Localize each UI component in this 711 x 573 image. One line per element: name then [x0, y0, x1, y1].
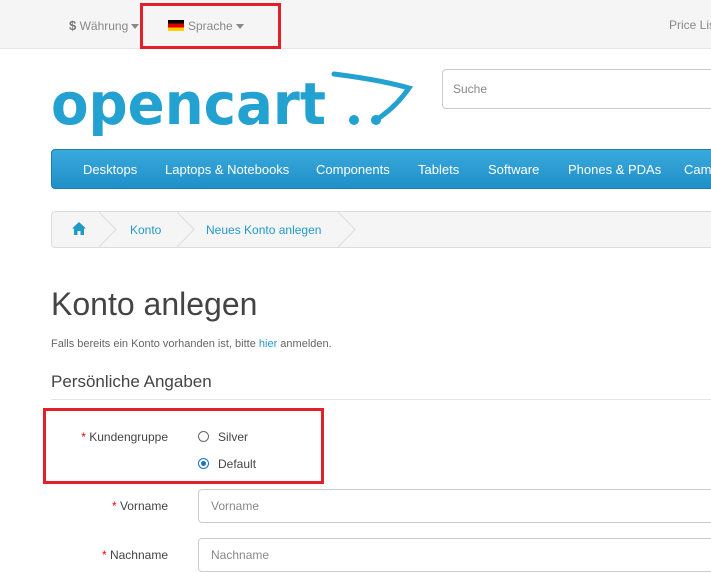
- top-bar: $ Währung Sprache Price Lis: [0, 0, 711, 49]
- nav-item-phones[interactable]: Phones & PDAs: [568, 162, 661, 177]
- nav-item-software[interactable]: Software: [488, 162, 539, 177]
- breadcrumb: Konto Neues Konto anlegen: [51, 211, 711, 248]
- lastname-label-text: Nachname: [109, 548, 168, 562]
- breadcrumb-separator: [177, 212, 195, 247]
- intro-text-before: Falls bereits ein Konto vorhanden ist, b…: [51, 338, 259, 350]
- nav-item-cameras[interactable]: Came: [684, 162, 711, 177]
- dollar-icon: $: [69, 18, 77, 33]
- price-list-link[interactable]: Price Lis: [669, 18, 711, 32]
- breadcrumb-separator: [338, 212, 356, 247]
- intro-text-after: anmelden.: [277, 338, 332, 350]
- breadcrumb-new-account[interactable]: Neues Konto anlegen: [206, 223, 321, 237]
- login-link[interactable]: hier: [259, 338, 277, 350]
- category-nav: Desktops Laptops & Notebooks Components …: [51, 149, 711, 189]
- section-legend: Persönliche Angaben: [51, 372, 212, 391]
- highlight-box-customer-group: [43, 408, 324, 484]
- currency-dropdown[interactable]: $ Währung: [69, 18, 140, 33]
- nav-item-tablets[interactable]: Tablets: [418, 162, 459, 177]
- nav-item-components[interactable]: Components: [316, 162, 390, 177]
- firstname-field[interactable]: [198, 489, 711, 523]
- breadcrumb-konto[interactable]: Konto: [130, 223, 161, 237]
- required-mark: *: [111, 499, 117, 513]
- search-input[interactable]: [442, 69, 711, 109]
- caret-down-icon: [131, 24, 140, 30]
- currency-label: Währung: [79, 19, 129, 33]
- breadcrumb-separator: [99, 212, 117, 247]
- lastname-label: * Nachname: [60, 548, 168, 562]
- home-icon[interactable]: [72, 222, 86, 235]
- lastname-field[interactable]: [198, 538, 711, 572]
- firstname-label-text: Vorname: [119, 499, 168, 513]
- section-divider: [51, 399, 711, 400]
- required-mark: *: [101, 548, 107, 562]
- intro-text: Falls bereits ein Konto vorhanden ist, b…: [51, 338, 332, 350]
- highlight-box-language: [140, 3, 281, 49]
- page-title: Konto anlegen: [51, 286, 258, 322]
- logo-text: opencart: [51, 70, 326, 138]
- cart-swoosh-icon: [331, 71, 414, 123]
- nav-item-desktops[interactable]: Desktops: [83, 162, 137, 177]
- firstname-label: * Vorname: [60, 499, 168, 513]
- cart-wheel-icon: [371, 115, 381, 125]
- nav-item-laptops[interactable]: Laptops & Notebooks: [165, 162, 289, 177]
- opencart-logo[interactable]: opencart: [51, 62, 421, 142]
- cart-wheel-icon: [349, 115, 359, 125]
